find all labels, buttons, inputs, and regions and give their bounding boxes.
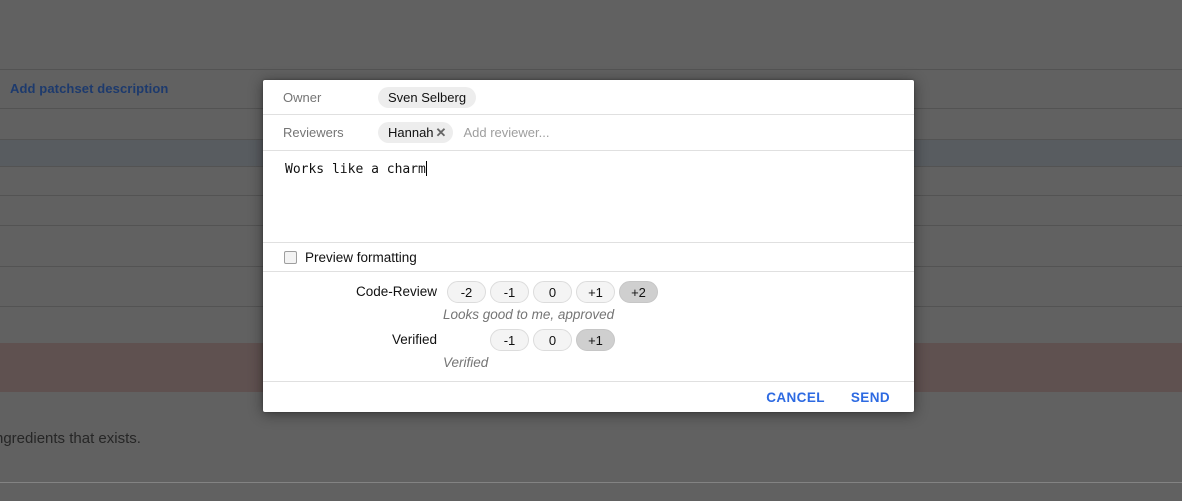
bg-bottom-divider	[0, 482, 1182, 483]
owner-chip[interactable]: Sven Selberg	[378, 87, 476, 108]
reviewers-label: Reviewers	[283, 125, 378, 140]
cancel-button[interactable]: CANCEL	[762, 388, 829, 407]
code-review-row: Code-Review -2 -1 0 +1 +2	[263, 281, 914, 303]
vote-labels-section: Code-Review -2 -1 0 +1 +2 Looks good to …	[263, 272, 914, 382]
remove-reviewer-icon[interactable]: ✕	[436, 126, 447, 139]
reviewers-row: Reviewers Hannah ✕ Add reviewer...	[263, 115, 914, 151]
text-cursor	[426, 161, 427, 176]
code-review-buttons: -2 -1 0 +1 +2	[447, 281, 658, 303]
verified-plus1-button[interactable]: +1	[576, 329, 615, 351]
verified-buttons: -1 0 +1	[490, 329, 615, 351]
code-review-plus1-button[interactable]: +1	[576, 281, 615, 303]
bg-row-divider	[0, 69, 1182, 70]
code-review-plus2-button[interactable]: +2	[619, 281, 658, 303]
verified-minus1-button[interactable]: -1	[490, 329, 529, 351]
reviewer-chip-name: Hannah	[388, 125, 434, 140]
bg-commit-message-text: ngredients that exists.	[0, 430, 141, 447]
add-reviewer-input[interactable]: Add reviewer...	[463, 125, 549, 140]
preview-formatting-checkbox[interactable]	[284, 251, 297, 264]
code-review-minus1-button[interactable]: -1	[490, 281, 529, 303]
review-message-text: Works like a charm	[285, 162, 426, 177]
reviewer-chip[interactable]: Hannah ✕	[378, 122, 453, 143]
reply-dialog: Owner Sven Selberg Reviewers Hannah ✕ Ad…	[263, 80, 914, 412]
send-button[interactable]: SEND	[847, 388, 894, 407]
verified-zero-button[interactable]: 0	[533, 329, 572, 351]
verified-label: Verified	[263, 329, 437, 351]
preview-formatting-row: Preview formatting	[263, 243, 914, 272]
code-review-label: Code-Review	[263, 281, 437, 303]
verified-description: Verified	[443, 353, 914, 373]
verified-row: Verified -1 0 +1	[263, 329, 914, 351]
preview-formatting-label: Preview formatting	[305, 250, 417, 265]
add-patchset-description-link: Add patchset description	[10, 81, 168, 96]
dialog-actions: CANCEL SEND	[263, 382, 914, 412]
code-review-zero-button[interactable]: 0	[533, 281, 572, 303]
review-message-textarea[interactable]: Works like a charm	[263, 151, 914, 243]
code-review-minus2-button[interactable]: -2	[447, 281, 486, 303]
code-review-description: Looks good to me, approved	[443, 305, 914, 325]
owner-row: Owner Sven Selberg	[263, 80, 914, 115]
owner-label: Owner	[283, 90, 378, 105]
owner-chip-name: Sven Selberg	[388, 90, 466, 105]
